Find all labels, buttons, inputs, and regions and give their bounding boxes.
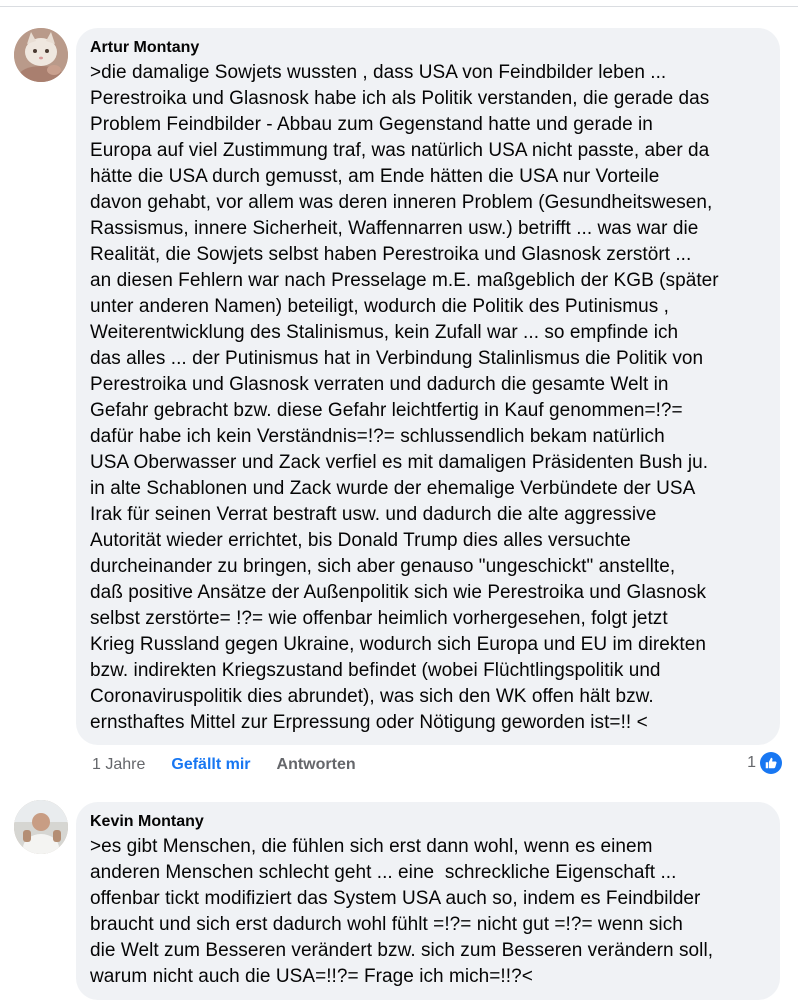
comment-timestamp[interactable]: 1 Jahre xyxy=(92,755,145,775)
reply-button[interactable]: Antworten xyxy=(277,755,356,775)
avatar[interactable] xyxy=(14,28,68,82)
reaction-summary[interactable]: 1 xyxy=(747,752,782,774)
comment-text: >es gibt Menschen, die fühlen sich erst … xyxy=(90,836,714,987)
person-avatar-icon xyxy=(14,800,68,854)
comment-bubble: Kevin Montany >es gibt Menschen, die füh… xyxy=(76,802,780,1000)
thumbs-up-icon xyxy=(760,752,782,774)
comment-author[interactable]: Kevin Montany xyxy=(90,812,766,832)
comment-actions: 1 Jahre Gefällt mir Antworten xyxy=(92,755,356,775)
cat-avatar-icon xyxy=(14,28,68,82)
comment-text: >die damalige Sowjets wussten , dass USA… xyxy=(90,62,719,733)
comment-author[interactable]: Artur Montany xyxy=(90,38,766,58)
divider xyxy=(0,6,798,7)
comment-bubble: Artur Montany >die damalige Sowjets wuss… xyxy=(76,28,780,745)
avatar[interactable] xyxy=(14,800,68,854)
like-button[interactable]: Gefällt mir xyxy=(171,755,250,775)
reaction-count: 1 xyxy=(747,754,756,771)
